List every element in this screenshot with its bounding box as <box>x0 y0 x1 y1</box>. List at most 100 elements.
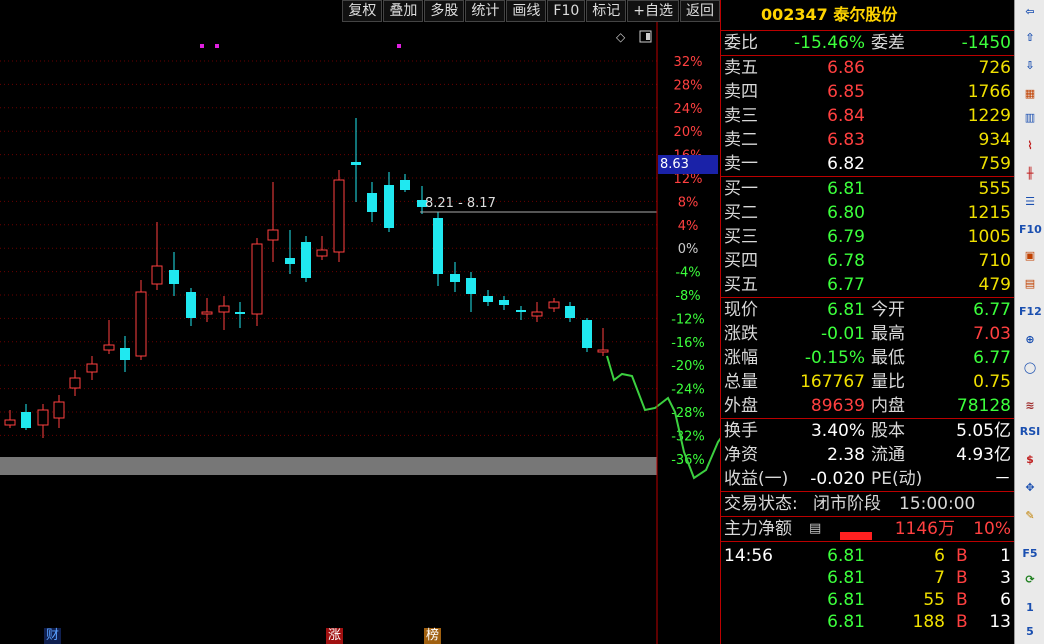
refresh-icon[interactable]: ⟳ <box>1019 570 1041 590</box>
stat-label: 流通 <box>871 445 905 465</box>
candle-body[interactable] <box>86 363 98 373</box>
candle-body[interactable] <box>450 274 460 282</box>
candle-body[interactable] <box>235 312 245 314</box>
add-watchlist-button[interactable]: +自选 <box>627 0 679 22</box>
y-axis-label: 4% <box>678 219 699 234</box>
arrow-left-icon[interactable]: ⇦ <box>1019 2 1041 22</box>
buy-level-row: 买一 6.81 555 <box>721 177 1015 201</box>
candle-body[interactable] <box>466 278 476 294</box>
marker-dot <box>397 44 401 48</box>
money-icon[interactable]: $ <box>1019 450 1041 470</box>
chart-icon[interactable]: ▦ <box>1019 84 1041 104</box>
line-icon[interactable]: ⌇ <box>1019 136 1041 156</box>
y-axis-label: 8% <box>678 195 699 210</box>
sell-volume: 934 <box>978 130 1011 150</box>
list-icon[interactable]: ▤ <box>809 517 821 541</box>
candle-body[interactable] <box>565 306 575 318</box>
candle-body[interactable] <box>597 349 609 353</box>
candle-body[interactable] <box>400 180 410 190</box>
sell-level-label: 卖二 <box>724 130 758 150</box>
candle-body[interactable] <box>531 311 543 317</box>
candle-body[interactable] <box>316 249 328 257</box>
arrow-up-icon[interactable]: ⇧ <box>1019 28 1041 48</box>
draw-line-button[interactable]: 画线 <box>506 0 547 22</box>
candle-body[interactable] <box>267 229 279 241</box>
chart-toolbar: 复权 叠加 多股 统计 画线 F10 标记 +自选 返回 <box>341 0 720 22</box>
candle-body[interactable] <box>433 218 443 274</box>
f5-icon[interactable]: F5 <box>1019 544 1041 564</box>
list-icon[interactable]: ☰ <box>1019 192 1041 212</box>
rise-tag[interactable]: 涨 <box>326 628 344 644</box>
candle-body[interactable] <box>37 409 49 426</box>
fund-icon[interactable]: ▤ <box>1019 274 1041 294</box>
diamond-icon[interactable]: ◇ <box>616 30 626 44</box>
circle-icon[interactable]: ◯ <box>1019 358 1041 378</box>
move-icon[interactable]: ✥ <box>1019 478 1041 498</box>
candle-body[interactable] <box>367 193 377 212</box>
overlay-button[interactable]: 叠加 <box>383 0 424 22</box>
mark-button[interactable]: 标记 <box>586 0 627 22</box>
f12-icon[interactable]: F12 <box>1019 302 1042 322</box>
candle-body[interactable] <box>516 310 526 312</box>
arrow-down-icon[interactable]: ⇩ <box>1019 56 1041 76</box>
buy-price: 6.81 <box>827 179 865 199</box>
f10-button[interactable]: F10 <box>547 0 586 22</box>
candle-body[interactable] <box>120 348 130 360</box>
multi-stock-button[interactable]: 多股 <box>424 0 465 22</box>
kline-chart[interactable]: 32%28%24%20%16%12%8%4%0%-4%-8%-12%-16%-2… <box>0 0 720 644</box>
stat-label: 股本 <box>871 421 905 441</box>
candle-body[interactable] <box>384 185 394 228</box>
buy-volume: 710 <box>978 251 1011 271</box>
candle-body[interactable] <box>285 258 295 264</box>
candle-body[interactable] <box>201 311 213 315</box>
buy-price: 6.77 <box>827 275 865 295</box>
candle-body[interactable] <box>351 162 361 165</box>
tick-volume: 188 <box>912 612 945 632</box>
candle-body[interactable] <box>499 300 509 305</box>
candle-body[interactable] <box>169 270 179 284</box>
finance-tag[interactable]: 财 <box>44 628 62 644</box>
period-5-button[interactable]: 5 <box>1019 622 1041 642</box>
candle-body[interactable] <box>218 305 230 313</box>
info-icon[interactable]: ▣ <box>1019 246 1041 266</box>
stat-label: 净资 <box>724 445 758 465</box>
candle-body[interactable] <box>582 320 592 348</box>
rank-tag[interactable]: 榜 <box>424 628 442 644</box>
candle-body[interactable] <box>186 292 196 318</box>
stats-button[interactable]: 统计 <box>465 0 506 22</box>
rsi-icon[interactable]: RSI <box>1019 422 1041 442</box>
candle-body[interactable] <box>301 242 311 278</box>
wave-icon[interactable]: ≋ <box>1019 396 1041 416</box>
back-button[interactable]: 返回 <box>680 0 720 22</box>
candle-body[interactable] <box>251 243 263 315</box>
candle-icon[interactable]: ╫ <box>1019 164 1041 184</box>
stat-value: － <box>994 469 1011 489</box>
grid-icon[interactable]: ▥ <box>1019 108 1041 128</box>
candle-body[interactable] <box>151 265 163 285</box>
pencil-icon[interactable]: ✎ <box>1019 506 1041 526</box>
candle-body[interactable] <box>135 291 147 357</box>
tick-volume: 7 <box>934 568 945 588</box>
fuquan-button[interactable]: 复权 <box>342 0 383 22</box>
y-axis-label: 20% <box>674 125 703 140</box>
period-1-button[interactable]: 1 <box>1019 598 1041 618</box>
candle-body[interactable] <box>21 412 31 428</box>
compass-icon[interactable]: ⊕ <box>1019 330 1041 350</box>
candle-body[interactable] <box>548 301 560 309</box>
tick-count: 3 <box>1000 568 1011 588</box>
buy-volume: 479 <box>978 275 1011 295</box>
stat-row: 现价 6.81 今开 6.77 <box>721 298 1015 322</box>
candle-body[interactable] <box>69 377 81 389</box>
f10-icon[interactable]: F10 <box>1019 220 1042 240</box>
candle-body[interactable] <box>103 344 115 351</box>
buy-level-label: 买三 <box>724 227 758 247</box>
stat-label: 最低 <box>871 348 905 368</box>
candle-body[interactable] <box>333 179 345 253</box>
tick-volume: 6 <box>934 546 945 566</box>
candle-body[interactable] <box>53 401 65 419</box>
buy-level-label: 买四 <box>724 251 758 271</box>
stat-value: 7.03 <box>973 324 1011 344</box>
candle-body[interactable] <box>4 419 16 426</box>
ratio-value: -15.46% <box>794 33 865 53</box>
candle-body[interactable] <box>483 296 493 302</box>
